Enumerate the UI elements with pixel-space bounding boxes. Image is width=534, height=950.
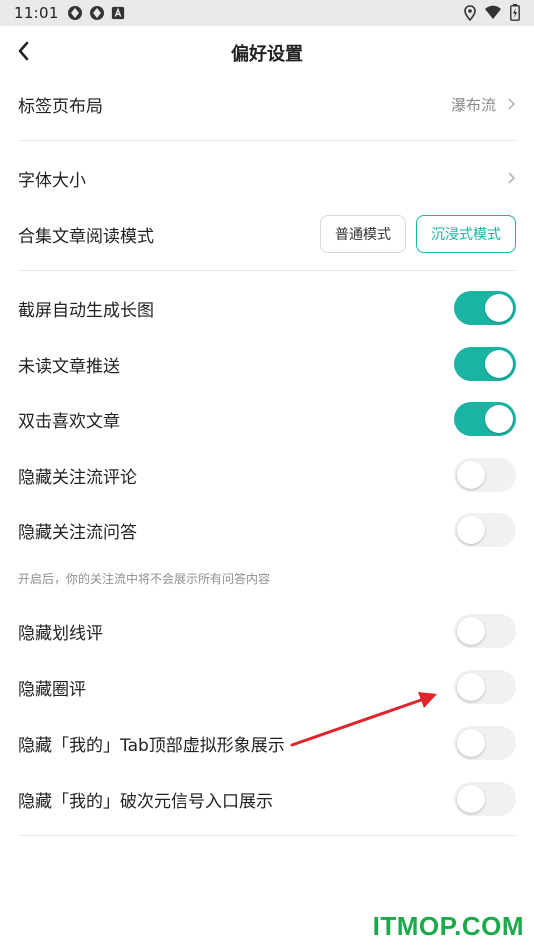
toggle-switch-off[interactable]	[454, 513, 516, 547]
toggle-switch-off[interactable]	[454, 458, 516, 492]
tab-layout-label: 标签页布局	[18, 96, 103, 117]
toggle-switch-on[interactable]	[454, 347, 516, 381]
toggle-row-hide-avatar-display: 隐藏「我的」Tab顶部虚拟形象展示	[18, 725, 516, 761]
toggle-row-unread-push: 未读文章推送	[18, 346, 516, 382]
reading-mode-row: 合集文章阅读模式 普通模式 沉浸式模式	[18, 215, 516, 253]
divider	[18, 835, 516, 836]
toggle-knob	[457, 673, 485, 701]
font-size-row[interactable]: 字体大小	[18, 160, 516, 196]
battery-icon	[510, 4, 520, 21]
toggle-label: 双击喜欢文章	[18, 411, 120, 432]
toggle-switch-off[interactable]	[454, 782, 516, 816]
chevron-right-icon	[508, 172, 516, 184]
toggle-switch-on[interactable]	[454, 402, 516, 436]
app-notification-icon-2	[89, 6, 104, 20]
top-nav-bar: 偏好设置	[0, 26, 534, 76]
toggle-row-double-tap-like: 双击喜欢文章	[18, 401, 516, 437]
status-time: 11:01	[14, 4, 59, 22]
app-notification-icon	[67, 6, 82, 20]
toggle-row-screenshot-long-image: 截屏自动生成长图	[18, 290, 516, 326]
toggle-row-hide-signal-entry: 隐藏「我的」破次元信号入口展示	[18, 781, 516, 817]
toggle-knob	[457, 516, 485, 544]
toggle-label: 隐藏划线评	[18, 623, 103, 644]
font-notification-icon	[111, 6, 124, 20]
toggle-knob	[457, 785, 485, 813]
toggle-row-hide-underline-comments: 隐藏划线评	[18, 613, 516, 649]
immersive-mode-button[interactable]: 沉浸式模式	[416, 215, 516, 253]
toggle-switch-on[interactable]	[454, 291, 516, 325]
page-title: 偏好设置	[231, 44, 303, 65]
toggle-switch-off[interactable]	[454, 726, 516, 760]
toggle-knob	[485, 294, 513, 322]
toggle-knob	[457, 729, 485, 757]
toggle-row-hide-follow-comments: 隐藏关注流评论	[18, 457, 516, 493]
divider	[18, 270, 516, 271]
reading-mode-label: 合集文章阅读模式	[18, 226, 154, 247]
toggle-knob	[457, 617, 485, 645]
toggle-label: 隐藏关注流评论	[18, 467, 137, 488]
toggle-knob	[485, 405, 513, 433]
toggle-label: 隐藏「我的」破次元信号入口展示	[18, 791, 273, 812]
normal-mode-button[interactable]: 普通模式	[320, 215, 406, 253]
toggle-label: 未读文章推送	[18, 356, 120, 377]
toggle-switch-off[interactable]	[454, 614, 516, 648]
status-bar: 11:01	[0, 0, 534, 26]
toggle-row-hide-follow-qa: 隐藏关注流问答	[18, 512, 516, 548]
toggle-label: 隐藏「我的」Tab顶部虚拟形象展示	[18, 735, 285, 756]
toggle-switch-off[interactable]	[454, 670, 516, 704]
tab-layout-value: 瀑布流	[450, 95, 496, 114]
tab-layout-row[interactable]: 标签页布局 瀑布流	[18, 86, 516, 122]
qa-hint-text: 开启后，你的关注流中将不会展示所有问答内容	[18, 572, 271, 586]
toggle-label: 截屏自动生成长图	[18, 300, 154, 321]
divider	[18, 140, 516, 141]
toggle-label: 隐藏圈评	[18, 679, 86, 700]
chevron-right-icon	[508, 98, 516, 110]
toggle-label: 隐藏关注流问答	[18, 522, 137, 543]
toggle-knob	[485, 350, 513, 378]
font-size-label: 字体大小	[18, 170, 86, 191]
wifi-icon	[485, 5, 501, 19]
toggle-knob	[457, 461, 485, 489]
location-icon	[464, 4, 476, 21]
watermark-logo: ITMOP.COM	[372, 911, 524, 941]
toggle-row-hide-circle-comments: 隐藏圈评	[18, 669, 516, 705]
